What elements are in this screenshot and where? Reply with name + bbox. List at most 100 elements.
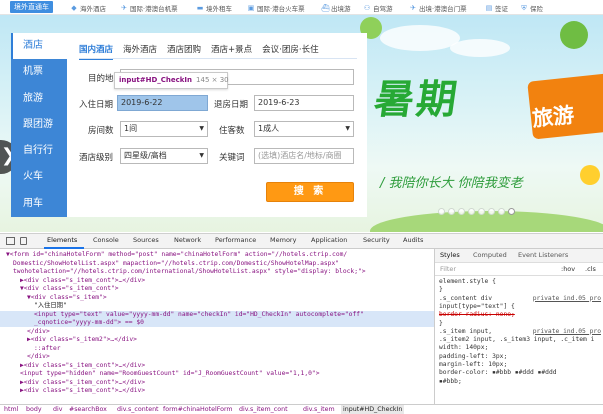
dom-tree-row[interactable]: <input type="hidden" name="RoomGuestCoun… xyxy=(0,370,434,378)
guests-select[interactable]: 1成人 xyxy=(254,121,354,137)
rooms-select[interactable]: 1间 xyxy=(120,121,208,137)
css-rule-line: width: 140px; xyxy=(439,344,489,352)
shield-icon: ⛨ xyxy=(521,3,527,12)
devtools-tab-sources[interactable]: Sources xyxy=(133,236,159,244)
carousel-dot[interactable] xyxy=(498,208,505,215)
carousel-dot[interactable] xyxy=(458,208,465,215)
ship-icon: ⛴ xyxy=(321,3,330,12)
styles-pane[interactable]: Styles Computed Event Listeners Filter :… xyxy=(434,249,603,404)
tooltip-size: 145 × 30 xyxy=(196,76,229,84)
breadcrumb-item[interactable]: div xyxy=(53,405,62,414)
checkout-date-input[interactable]: 2019-6-23 xyxy=(254,95,354,111)
devtools-tab-security[interactable]: Security xyxy=(363,236,390,244)
breadcrumb-item[interactable]: div.s_item xyxy=(303,405,335,414)
dom-tree-row[interactable]: ▼<div class="s_item_cont"> xyxy=(0,285,434,293)
devtools-tab-network[interactable]: Network xyxy=(174,236,201,244)
vtab-travel[interactable]: 旅游 xyxy=(11,86,67,112)
search-vertical-tabs: 酒店 机票 旅游 跟团游 自行行 火车 用车 xyxy=(11,33,67,217)
cloud-shape xyxy=(450,39,510,57)
carousel-dot[interactable] xyxy=(448,208,455,215)
breadcrumb-item[interactable]: #searchBox xyxy=(69,405,107,414)
dom-tree-row[interactable]: ▼<div class="s_item"> xyxy=(0,294,434,302)
styles-filter-input[interactable]: Filter xyxy=(440,265,456,273)
breadcrumb-item[interactable]: body xyxy=(26,405,42,414)
dom-tree-row[interactable]: Domestic/ShowHotelList.aspx" mapaction="… xyxy=(0,260,434,268)
star-level-select[interactable]: 四星级/高档 xyxy=(120,148,208,164)
vtab-hotel[interactable]: 酒店 xyxy=(11,33,67,60)
css-rule-line: } xyxy=(439,286,443,294)
stylesheet-source-link[interactable]: private_ind.05_pro xyxy=(533,328,601,335)
plane-icon: ✈ xyxy=(410,3,416,12)
dom-tree-row[interactable]: "入住日期" xyxy=(0,302,434,310)
carousel-dot[interactable] xyxy=(508,208,515,215)
dom-tree-row[interactable]: ▶<div class="s_item_cont">…</div> xyxy=(0,379,434,387)
styles-tab-styles[interactable]: Styles xyxy=(440,251,460,259)
carousel-dot[interactable] xyxy=(478,208,485,215)
dom-tree-row[interactable]: _cqnotice="yyyy-mm-dd"> == $0 xyxy=(0,319,434,328)
search-button[interactable]: 搜 索 xyxy=(266,182,354,202)
devtools-inspect-tooltip: input#HD_CheckIn 145 × 30 xyxy=(114,72,229,89)
css-rule-line: ▪#bbb; xyxy=(439,377,462,385)
breadcrumb-item[interactable]: div.s_content xyxy=(117,405,159,414)
dom-tree-row[interactable]: </div> xyxy=(0,353,434,361)
stylesheet-source-link[interactable]: private_ind.05_pro xyxy=(533,295,601,302)
dom-tree-row[interactable]: ▶<div class="s_item_cont">…</div> xyxy=(0,277,434,285)
cls-toggle[interactable]: .cls xyxy=(585,265,596,273)
styles-tab-computed[interactable]: Computed xyxy=(473,251,507,259)
devtools-tab-performance[interactable]: Performance xyxy=(215,236,256,244)
carousel-dot[interactable] xyxy=(468,208,475,215)
breadcrumb-item[interactable]: form#chinaHotelForm xyxy=(163,405,233,414)
dom-tree-row[interactable]: </div> xyxy=(0,328,434,336)
devtools-tab-memory[interactable]: Memory xyxy=(270,236,296,244)
dom-tree-row[interactable]: twohotelaction="//hotels.ctrip.com/inter… xyxy=(0,268,434,276)
checkin-label: 入住日期 xyxy=(79,100,114,110)
nav-item-car-rental[interactable]: ▬ 境外租车 xyxy=(196,2,232,13)
devtools-tab-audits[interactable]: Audits xyxy=(403,236,423,244)
nav-item-self-drive[interactable]: ⚇ 自驾游 xyxy=(363,2,393,13)
devtools-tabbar: Elements Console Sources Network Perform… xyxy=(0,234,603,249)
nav-item-intl-flights[interactable]: ✈ 国际·港澳台机票 xyxy=(120,2,178,13)
nav-item-outbound-tours[interactable]: ⛴ 出境游 xyxy=(321,2,351,13)
vtab-self-guided[interactable]: 自行行 xyxy=(11,138,67,164)
brand-badge[interactable]: 境外直通车 xyxy=(10,1,53,13)
checkin-date-input[interactable]: 2019-6-22 xyxy=(117,95,208,111)
dom-tree-row[interactable]: <input type="text" value="yyyy-mm-dd" na… xyxy=(0,310,434,319)
device-toolbar-icon[interactable] xyxy=(20,237,27,245)
dom-tree-row[interactable]: ▼<form id="chinaHotelForm" method="post"… xyxy=(0,251,434,259)
checkout-label: 退房日期 xyxy=(214,100,249,110)
devtools-tab-elements[interactable]: Elements xyxy=(47,236,77,244)
promo-slogan: / 我陪你长大 你陪我变老 xyxy=(380,176,523,191)
styles-filter-bar: Filter :hov .cls xyxy=(435,263,603,276)
dom-tree-row[interactable]: ::after xyxy=(0,345,434,353)
elements-tree[interactable]: ▼<form id="chinaHotelForm" method="post"… xyxy=(0,249,434,404)
inspect-element-icon[interactable] xyxy=(6,237,15,245)
nav-item-intl-trains[interactable]: ▣ 国际·港台火车票 xyxy=(247,2,305,13)
carousel-dot[interactable] xyxy=(488,208,495,215)
vtab-group-tour[interactable]: 跟团游 xyxy=(11,112,67,138)
breadcrumb-item[interactable]: html xyxy=(4,405,18,414)
tooltip-selector: input#HD_CheckIn xyxy=(119,76,193,84)
devtools-tab-application[interactable]: Application xyxy=(311,236,347,244)
nav-item-intl-tickets[interactable]: ✈ 出境·港澳台门票 xyxy=(409,2,467,13)
breadcrumb-item[interactable]: input#HD_CheckIn xyxy=(341,405,405,414)
nav-item-overseas-hotel[interactable]: ◆ 海外酒店 xyxy=(70,2,106,13)
island-icon: ◆ xyxy=(71,3,77,12)
breadcrumb-item[interactable]: div.s_item_cont xyxy=(239,405,288,414)
vtab-flights[interactable]: 机票 xyxy=(11,59,67,85)
css-rule-line: .s_item input, xyxy=(439,327,493,335)
vtab-train[interactable]: 火车 xyxy=(11,164,67,190)
dom-tree-row[interactable]: ▶<div class="s_item_cont">…</div> xyxy=(0,362,434,370)
css-rule-line: input[type="text"] { xyxy=(439,302,515,310)
css-rule-line: border-radius: none; xyxy=(439,311,515,319)
nav-item-visa[interactable]: ▤ 签证 xyxy=(485,2,508,13)
hov-toggle[interactable]: :hov xyxy=(561,265,575,273)
keyword-input[interactable]: (选填)酒店名/地标/商圈 xyxy=(254,148,354,164)
devtools-tab-console[interactable]: Console xyxy=(93,236,119,244)
dom-tree-row[interactable]: ▶<div class="s_item_cont">…</div> xyxy=(0,387,434,395)
css-rule-line: border-color: ▪#bbb ▪#ddd ▪#ddd xyxy=(439,369,557,377)
dom-tree-row[interactable]: ▶<div class="s_item2">…</div> xyxy=(0,336,434,344)
nav-item-insurance[interactable]: ⛨ 保险 xyxy=(520,2,543,13)
carousel-dot[interactable] xyxy=(438,208,445,215)
styles-tab-event-listeners[interactable]: Event Listeners xyxy=(518,251,568,259)
vtab-car[interactable]: 用车 xyxy=(11,191,67,217)
